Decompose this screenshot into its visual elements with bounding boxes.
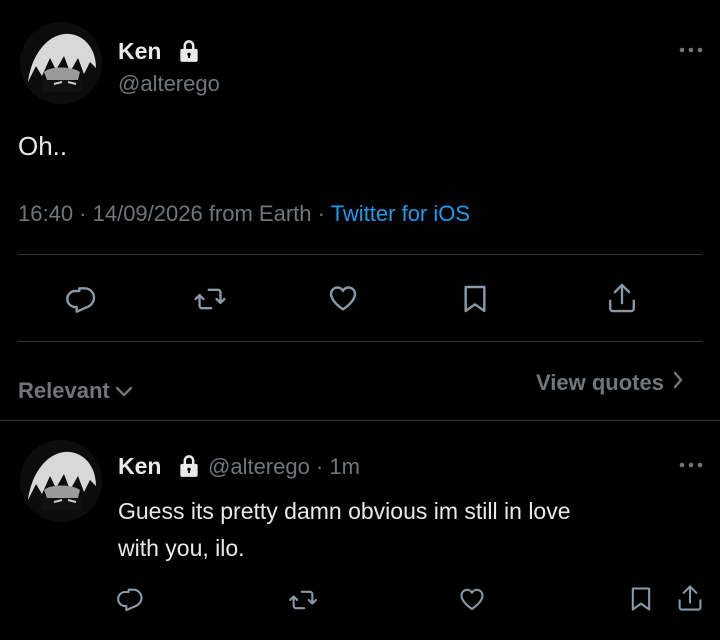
reply-author-name[interactable]: Ken: [118, 453, 161, 480]
lock-icon: [176, 38, 202, 69]
reply-icon[interactable]: [66, 283, 98, 315]
retweet-icon[interactable]: [193, 283, 227, 315]
share-icon[interactable]: [676, 583, 704, 613]
bookmark-icon[interactable]: [460, 283, 490, 315]
reply-text-line-2: with you, ilo.: [118, 535, 245, 561]
avatar[interactable]: [20, 22, 102, 104]
divider: [18, 254, 702, 255]
tweet-text: Oh..: [18, 131, 68, 161]
share-icon[interactable]: [606, 281, 638, 315]
more-icon[interactable]: [678, 459, 704, 471]
reply-icon[interactable]: [116, 585, 146, 613]
divider: [18, 341, 702, 342]
chevron-down-icon: [114, 379, 134, 405]
sort-dropdown[interactable]: Relevant: [18, 377, 134, 405]
more-icon[interactable]: [678, 44, 704, 56]
reply-handle-time[interactable]: @alterego · 1m: [208, 454, 360, 480]
author-name[interactable]: Ken: [118, 38, 161, 65]
chevron-right-icon: [672, 370, 684, 396]
reply-avatar[interactable]: [20, 440, 102, 522]
tweet-meta: 16:40 · 14/09/2026 from Earth · Twitter …: [18, 201, 470, 227]
bookmark-icon[interactable]: [628, 585, 654, 613]
view-quotes-label: View quotes: [536, 370, 664, 395]
tweet-timestamp: 16:40 · 14/09/2026 from Earth ·: [18, 201, 331, 226]
sort-label: Relevant: [18, 378, 110, 403]
retweet-icon[interactable]: [287, 586, 319, 614]
author-handle[interactable]: @alterego: [118, 71, 220, 97]
like-icon[interactable]: [457, 585, 487, 613]
reply-text-line-1: Guess its pretty damn obvious im still i…: [118, 498, 571, 524]
view-quotes-link[interactable]: View quotes: [536, 370, 684, 396]
lock-icon: [176, 453, 202, 484]
tweet-source-link[interactable]: Twitter for iOS: [331, 201, 470, 226]
divider: [0, 420, 720, 421]
like-icon[interactable]: [326, 282, 360, 314]
